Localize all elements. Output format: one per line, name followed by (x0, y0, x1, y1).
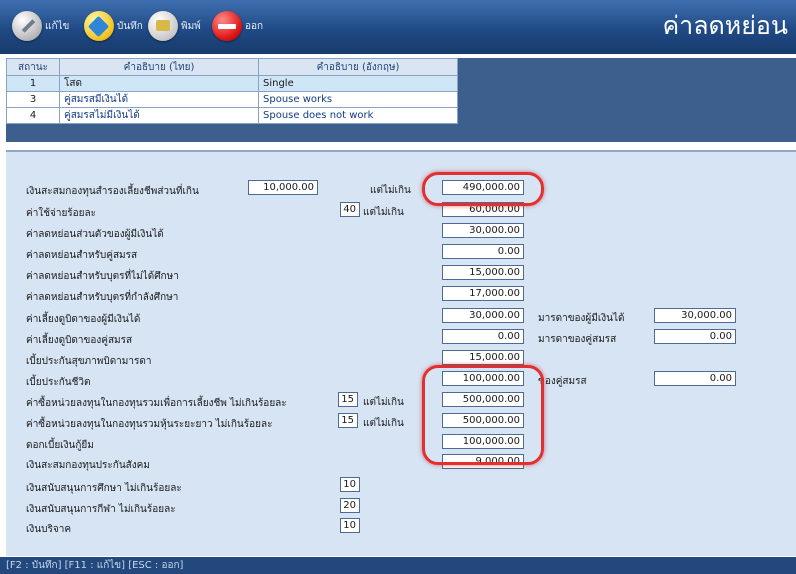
save-icon (84, 11, 114, 41)
spouse-life-label: ของคู่สมรส (538, 376, 587, 387)
edit-button[interactable]: แก้ไข (12, 9, 69, 43)
print-label: พิมพ์ (181, 20, 201, 32)
mother-self-label: มารดาของผู้มีเงินได้ (538, 313, 625, 324)
sport-donation-label: เงินสนับสนุนการกีฬา ไม่เกินร้อยละ (26, 504, 176, 515)
not-exceed-label: แต่ไม่เกิน (363, 418, 404, 429)
save-label: บันทึก (117, 20, 143, 32)
edu-donation-label: เงินสนับสนุนการศึกษา ไม่เกินร้อยละ (26, 483, 182, 494)
status-desc-thai: คู่สมรสไม่มีเงินได้ (59, 107, 259, 124)
ltf-pct-input[interactable]: 15 (338, 413, 358, 428)
expense-pct-input[interactable]: 40 (340, 202, 360, 217)
screen-title: ค่าลดหย่อน (662, 11, 788, 40)
parent-spouse-input[interactable]: 0.00 (442, 329, 524, 344)
donation-label: เงินบริจาค (26, 524, 72, 535)
loan-interest-label: ดอกเบี้ยเงินกู้ยืม (26, 440, 94, 451)
donation-pct-input[interactable]: 10 (340, 518, 360, 533)
status-desc-eng: Spouse does not work (258, 107, 458, 124)
parent-health-label: เบี้ยประกันสุขภาพบิดามารดา (26, 356, 152, 367)
social-security-label: เงินสะสมกองทุนประกันสังคม (26, 460, 150, 471)
status-bar: [F2 : บันทึก] [F11 : แก้ไข] [ESC : ออก] (0, 557, 796, 574)
save-button[interactable]: บันทึก (84, 9, 143, 43)
provident-fund-label: เงินสะสมกองทุนสำรองเลี้ยงชีพส่วนที่เกิน (26, 186, 199, 197)
highlight-ring (422, 172, 544, 206)
status-desc-thai: คู่สมรสมีเงินได้ (59, 91, 259, 108)
status-desc-eng: Spouse works (258, 91, 458, 108)
child-study-label: ค่าลดหย่อนสำหรับบุตรที่กำลังศึกษา (26, 292, 179, 303)
deduction-form: เงินสะสมกองทุนสำรองเลี้ยงชีพส่วนที่เกิน … (6, 150, 796, 556)
table-row[interactable]: 3 คู่สมรสมีเงินได้ Spouse works (6, 91, 458, 108)
child-study-input[interactable]: 17,000.00 (442, 286, 524, 301)
parent-self-input[interactable]: 30,000.00 (442, 308, 524, 323)
table-row[interactable]: 4 คู่สมรสไม่มีเงินได้ Spouse does not wo… (6, 107, 458, 124)
mother-spouse-input[interactable]: 0.00 (654, 329, 736, 344)
table-row[interactable]: 1 โสด Single (6, 75, 458, 92)
child-notstudy-label: ค่าลดหย่อนสำหรับบุตรที่ไม่ได้ศึกษา (26, 271, 179, 282)
spouse-input[interactable]: 0.00 (442, 244, 524, 259)
status-code: 3 (6, 91, 60, 108)
col-desc-thai[interactable]: คำอธิบาย (ไทย) (59, 58, 259, 76)
parent-self-label: ค่าเลี้ยงดูบิดาของผู้มีเงินได้ (26, 314, 141, 325)
exit-label: ออก (245, 20, 264, 32)
toolbar: แก้ไข บันทึก พิมพ์ ออก ค่าลดหย่อน (0, 0, 796, 54)
not-exceed-label: แต่ไม่เกิน (370, 185, 411, 196)
parent-health-input[interactable]: 15,000.00 (442, 350, 524, 365)
highlight-ring (422, 365, 544, 465)
spouse-label: ค่าลดหย่อนสำหรับคู่สมรส (26, 250, 138, 261)
status-grid: สถานะ คำอธิบาย (ไทย) คำอธิบาย (อังกฤษ) 1… (6, 58, 458, 124)
not-exceed-label: แต่ไม่เกิน (363, 397, 404, 408)
status-code: 4 (6, 107, 60, 124)
printer-icon (148, 11, 178, 41)
parent-spouse-label: ค่าเลี้ยงดูบิดาของคู่สมรส (26, 335, 133, 346)
rmf-label: ค่าซื้อหน่วยลงทุนในกองทุนรวมเพื่อการเลี้… (26, 398, 287, 409)
provident-fund-excess-input[interactable]: 10,000.00 (248, 180, 318, 195)
personal-label: ค่าลดหย่อนส่วนตัวของผู้มีเงินได้ (26, 229, 164, 240)
rmf-pct-input[interactable]: 15 (338, 392, 358, 407)
ltf-label: ค่าซื้อหน่วยลงทุนในกองทุนรวมหุ้นระยะยาว … (26, 419, 273, 430)
col-desc-eng[interactable]: คำอธิบาย (อังกฤษ) (258, 58, 458, 76)
status-desc-eng: Single (258, 75, 458, 92)
pencil-icon (12, 11, 42, 41)
personal-input[interactable]: 30,000.00 (442, 223, 524, 238)
status-grid-panel: สถานะ คำอธิบาย (ไทย) คำอธิบาย (อังกฤษ) 1… (6, 58, 796, 142)
mother-self-input[interactable]: 30,000.00 (654, 308, 736, 323)
expense-pct-label: ค่าใช้จ่ายร้อยละ (26, 208, 97, 219)
sport-donation-pct-input[interactable]: 20 (340, 498, 360, 513)
mother-spouse-label: มารดาของคู่สมรส (538, 334, 617, 345)
print-button[interactable]: พิมพ์ (148, 9, 201, 43)
col-status[interactable]: สถานะ (6, 58, 60, 76)
edu-donation-pct-input[interactable]: 10 (340, 477, 360, 492)
status-code: 1 (6, 75, 60, 92)
life-insurance-label: เบี้ยประกันชีวิต (26, 377, 91, 388)
status-desc-thai: โสด (59, 75, 259, 92)
edit-label: แก้ไข (45, 20, 70, 32)
exit-icon (212, 11, 242, 41)
spouse-life-input[interactable]: 0.00 (654, 371, 736, 386)
exit-button[interactable]: ออก (212, 9, 263, 43)
not-exceed-label: แต่ไม่เกิน (363, 207, 404, 218)
child-notstudy-input[interactable]: 15,000.00 (442, 265, 524, 280)
